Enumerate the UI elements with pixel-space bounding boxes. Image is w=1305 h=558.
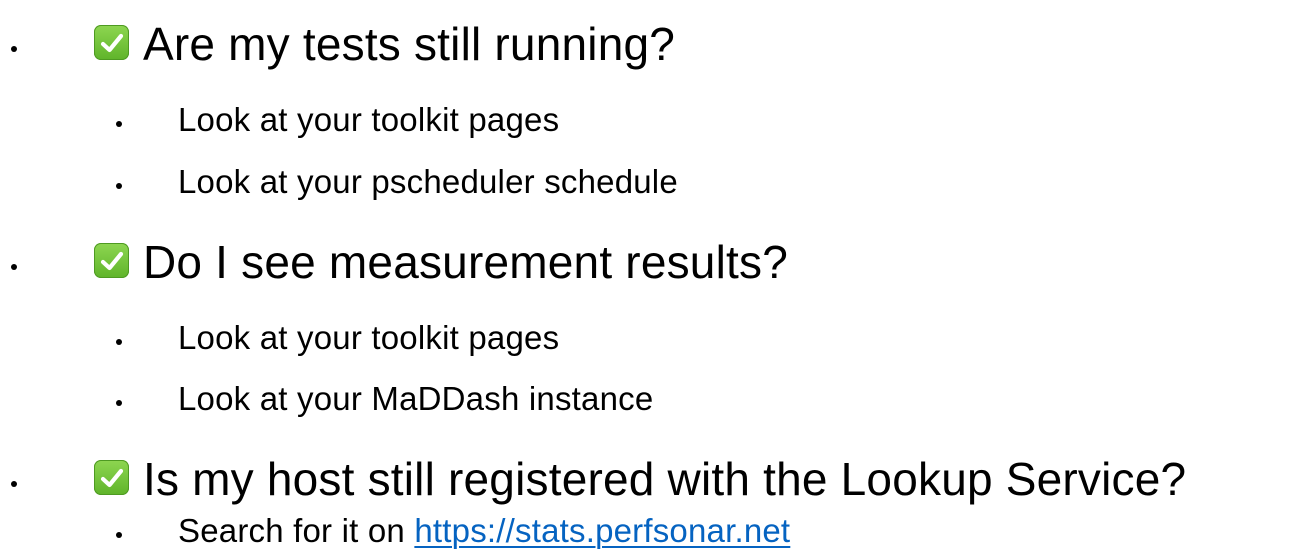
checkmark-box-icon [94,460,129,495]
stats-perfsonar-link[interactable]: https://stats.perfsonar.net [414,512,790,549]
bullet-dot [116,532,122,538]
sub-bullet-text: Look at your toolkit pages [178,319,560,356]
bullet-item-measurement-results: Do I see measurement results? [0,226,1305,298]
sub-bullet-text: Look at your pscheduler schedule [178,163,678,200]
bullet-dot [116,400,122,406]
bullet-item-tests-running: Are my tests still running? [0,8,1305,80]
bullet-dot [116,121,122,127]
sub-bullet-item: Look at your toolkit pages [0,94,1305,146]
slide: Are my tests still running? Look at your… [0,0,1305,558]
checkmark-box-icon [94,25,129,60]
sub-bullet-item: Look at your MaDDash instance [0,373,1305,425]
bullet-dot [11,481,17,487]
sub-bullet-item: Look at your pscheduler schedule [0,156,1305,208]
sub-bullet-text: Look at your toolkit pages [178,101,560,138]
bullet-text: Are my tests still running? [143,18,676,70]
bullet-dot [11,46,17,52]
sub-bullet-item: Search for it on https://stats.perfsonar… [0,505,1305,557]
bullet-dot [116,339,122,345]
sub-bullet-text: Look at your MaDDash instance [178,380,654,417]
checkmark-box-icon [94,243,129,278]
bullet-dot [11,264,17,270]
bullet-dot [116,183,122,189]
bullet-text: Do I see measurement results? [143,236,788,288]
sub-bullet-item: Look at your toolkit pages [0,312,1305,364]
sub-bullet-prefix: Search for it on [178,512,415,549]
sub-bullet-text: Search for it on https://stats.perfsonar… [178,505,790,557]
